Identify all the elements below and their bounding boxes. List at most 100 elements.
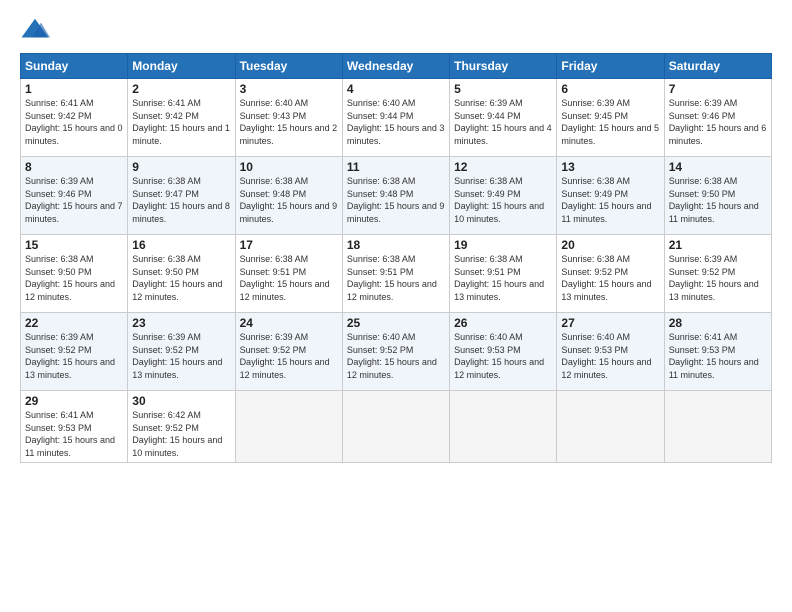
day-number: 14 (669, 160, 767, 174)
day-info: Sunrise: 6:39 AM Sunset: 9:46 PM Dayligh… (669, 97, 767, 147)
day-number: 3 (240, 82, 338, 96)
calendar-cell (450, 391, 557, 463)
day-number: 25 (347, 316, 445, 330)
calendar-cell (557, 391, 664, 463)
weekday-header: Thursday (450, 54, 557, 79)
calendar-cell: 9 Sunrise: 6:38 AM Sunset: 9:47 PM Dayli… (128, 157, 235, 235)
calendar: SundayMondayTuesdayWednesdayThursdayFrid… (20, 53, 772, 463)
weekday-header: Sunday (21, 54, 128, 79)
weekday-header: Tuesday (235, 54, 342, 79)
day-number: 8 (25, 160, 123, 174)
calendar-cell: 5 Sunrise: 6:39 AM Sunset: 9:44 PM Dayli… (450, 79, 557, 157)
day-number: 26 (454, 316, 552, 330)
day-info: Sunrise: 6:38 AM Sunset: 9:52 PM Dayligh… (561, 253, 659, 303)
calendar-cell: 21 Sunrise: 6:39 AM Sunset: 9:52 PM Dayl… (664, 235, 771, 313)
calendar-cell: 22 Sunrise: 6:39 AM Sunset: 9:52 PM Dayl… (21, 313, 128, 391)
day-number: 21 (669, 238, 767, 252)
day-number: 28 (669, 316, 767, 330)
calendar-cell: 17 Sunrise: 6:38 AM Sunset: 9:51 PM Dayl… (235, 235, 342, 313)
logo-icon (20, 15, 50, 45)
day-number: 12 (454, 160, 552, 174)
day-number: 11 (347, 160, 445, 174)
weekday-header: Saturday (664, 54, 771, 79)
day-info: Sunrise: 6:41 AM Sunset: 9:53 PM Dayligh… (25, 409, 123, 459)
day-info: Sunrise: 6:38 AM Sunset: 9:51 PM Dayligh… (347, 253, 445, 303)
day-number: 9 (132, 160, 230, 174)
day-number: 22 (25, 316, 123, 330)
calendar-cell: 28 Sunrise: 6:41 AM Sunset: 9:53 PM Dayl… (664, 313, 771, 391)
calendar-cell: 27 Sunrise: 6:40 AM Sunset: 9:53 PM Dayl… (557, 313, 664, 391)
day-number: 13 (561, 160, 659, 174)
day-number: 10 (240, 160, 338, 174)
day-number: 29 (25, 394, 123, 408)
day-info: Sunrise: 6:39 AM Sunset: 9:52 PM Dayligh… (25, 331, 123, 381)
day-number: 16 (132, 238, 230, 252)
day-number: 24 (240, 316, 338, 330)
day-number: 20 (561, 238, 659, 252)
day-number: 17 (240, 238, 338, 252)
calendar-cell: 24 Sunrise: 6:39 AM Sunset: 9:52 PM Dayl… (235, 313, 342, 391)
day-info: Sunrise: 6:38 AM Sunset: 9:47 PM Dayligh… (132, 175, 230, 225)
calendar-cell: 26 Sunrise: 6:40 AM Sunset: 9:53 PM Dayl… (450, 313, 557, 391)
calendar-cell: 1 Sunrise: 6:41 AM Sunset: 9:42 PM Dayli… (21, 79, 128, 157)
day-number: 19 (454, 238, 552, 252)
day-info: Sunrise: 6:38 AM Sunset: 9:50 PM Dayligh… (25, 253, 123, 303)
day-info: Sunrise: 6:40 AM Sunset: 9:53 PM Dayligh… (454, 331, 552, 381)
day-info: Sunrise: 6:38 AM Sunset: 9:48 PM Dayligh… (240, 175, 338, 225)
day-info: Sunrise: 6:38 AM Sunset: 9:50 PM Dayligh… (132, 253, 230, 303)
weekday-header: Monday (128, 54, 235, 79)
calendar-cell: 14 Sunrise: 6:38 AM Sunset: 9:50 PM Dayl… (664, 157, 771, 235)
day-number: 27 (561, 316, 659, 330)
calendar-cell: 12 Sunrise: 6:38 AM Sunset: 9:49 PM Dayl… (450, 157, 557, 235)
calendar-cell: 13 Sunrise: 6:38 AM Sunset: 9:49 PM Dayl… (557, 157, 664, 235)
calendar-cell (342, 391, 449, 463)
day-info: Sunrise: 6:41 AM Sunset: 9:53 PM Dayligh… (669, 331, 767, 381)
calendar-cell (664, 391, 771, 463)
logo (20, 15, 54, 45)
day-info: Sunrise: 6:39 AM Sunset: 9:52 PM Dayligh… (669, 253, 767, 303)
day-number: 1 (25, 82, 123, 96)
calendar-cell: 7 Sunrise: 6:39 AM Sunset: 9:46 PM Dayli… (664, 79, 771, 157)
calendar-cell: 23 Sunrise: 6:39 AM Sunset: 9:52 PM Dayl… (128, 313, 235, 391)
day-info: Sunrise: 6:40 AM Sunset: 9:52 PM Dayligh… (347, 331, 445, 381)
calendar-cell: 16 Sunrise: 6:38 AM Sunset: 9:50 PM Dayl… (128, 235, 235, 313)
day-info: Sunrise: 6:38 AM Sunset: 9:51 PM Dayligh… (240, 253, 338, 303)
weekday-header-row: SundayMondayTuesdayWednesdayThursdayFrid… (21, 54, 772, 79)
calendar-cell: 2 Sunrise: 6:41 AM Sunset: 9:42 PM Dayli… (128, 79, 235, 157)
day-info: Sunrise: 6:39 AM Sunset: 9:52 PM Dayligh… (240, 331, 338, 381)
day-number: 6 (561, 82, 659, 96)
day-info: Sunrise: 6:38 AM Sunset: 9:51 PM Dayligh… (454, 253, 552, 303)
calendar-cell: 10 Sunrise: 6:38 AM Sunset: 9:48 PM Dayl… (235, 157, 342, 235)
calendar-cell: 25 Sunrise: 6:40 AM Sunset: 9:52 PM Dayl… (342, 313, 449, 391)
day-number: 7 (669, 82, 767, 96)
day-info: Sunrise: 6:39 AM Sunset: 9:46 PM Dayligh… (25, 175, 123, 225)
calendar-cell: 18 Sunrise: 6:38 AM Sunset: 9:51 PM Dayl… (342, 235, 449, 313)
calendar-cell: 3 Sunrise: 6:40 AM Sunset: 9:43 PM Dayli… (235, 79, 342, 157)
day-number: 15 (25, 238, 123, 252)
day-info: Sunrise: 6:38 AM Sunset: 9:49 PM Dayligh… (454, 175, 552, 225)
day-info: Sunrise: 6:38 AM Sunset: 9:48 PM Dayligh… (347, 175, 445, 225)
day-number: 2 (132, 82, 230, 96)
header (20, 15, 772, 45)
day-info: Sunrise: 6:38 AM Sunset: 9:50 PM Dayligh… (669, 175, 767, 225)
day-info: Sunrise: 6:40 AM Sunset: 9:53 PM Dayligh… (561, 331, 659, 381)
calendar-cell: 4 Sunrise: 6:40 AM Sunset: 9:44 PM Dayli… (342, 79, 449, 157)
day-number: 4 (347, 82, 445, 96)
day-number: 23 (132, 316, 230, 330)
calendar-cell: 15 Sunrise: 6:38 AM Sunset: 9:50 PM Dayl… (21, 235, 128, 313)
day-info: Sunrise: 6:39 AM Sunset: 9:45 PM Dayligh… (561, 97, 659, 147)
day-info: Sunrise: 6:42 AM Sunset: 9:52 PM Dayligh… (132, 409, 230, 459)
calendar-cell: 29 Sunrise: 6:41 AM Sunset: 9:53 PM Dayl… (21, 391, 128, 463)
day-info: Sunrise: 6:40 AM Sunset: 9:44 PM Dayligh… (347, 97, 445, 147)
calendar-cell: 8 Sunrise: 6:39 AM Sunset: 9:46 PM Dayli… (21, 157, 128, 235)
calendar-cell (235, 391, 342, 463)
day-number: 18 (347, 238, 445, 252)
weekday-header: Wednesday (342, 54, 449, 79)
day-info: Sunrise: 6:40 AM Sunset: 9:43 PM Dayligh… (240, 97, 338, 147)
day-number: 30 (132, 394, 230, 408)
page: SundayMondayTuesdayWednesdayThursdayFrid… (0, 0, 792, 612)
day-info: Sunrise: 6:41 AM Sunset: 9:42 PM Dayligh… (132, 97, 230, 147)
calendar-cell: 6 Sunrise: 6:39 AM Sunset: 9:45 PM Dayli… (557, 79, 664, 157)
weekday-header: Friday (557, 54, 664, 79)
day-info: Sunrise: 6:39 AM Sunset: 9:44 PM Dayligh… (454, 97, 552, 147)
